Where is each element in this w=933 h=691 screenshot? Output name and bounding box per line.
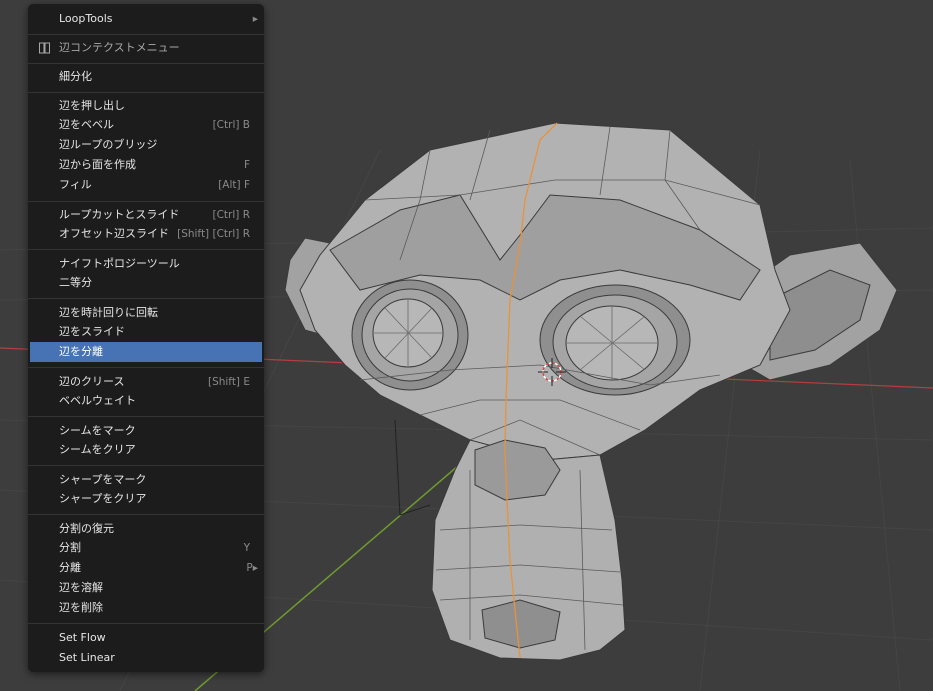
offset-edge-slide-shortcut: [Shift] [Ctrl] R	[177, 228, 250, 240]
menu-item-dissolve-edges[interactable]: 辺を溶解	[30, 578, 262, 598]
menu-header: 辺コンテクストメニュー	[30, 38, 262, 58]
looptools-label: LoopTools	[59, 12, 113, 25]
menu-item-loop-cut-slide[interactable]: ループカットとスライド [Ctrl] R	[30, 205, 262, 225]
submenu-arrow-icon: ▸	[252, 13, 258, 25]
fill-shortcut: [Alt] F	[218, 179, 250, 191]
loop-cut-slide-shortcut: [Ctrl] R	[212, 209, 250, 221]
edge-split-label: 辺を分離	[59, 345, 103, 358]
menu-separator	[28, 623, 264, 624]
separate-shortcut: P▸	[246, 562, 258, 574]
set-linear-label: Set Linear	[59, 651, 115, 664]
menu-separator	[28, 514, 264, 515]
menu-separator	[28, 201, 264, 202]
split-shortcut: Y	[243, 542, 250, 554]
menu-item-rotate-edge-cw[interactable]: 辺を時計回りに回転	[30, 303, 262, 323]
menu-item-subdivide[interactable]: 細分化	[30, 67, 262, 87]
menu-item-edge-split[interactable]: 辺を分離	[30, 342, 262, 362]
monkey-mesh	[284, 122, 898, 661]
menu-item-clear-seam[interactable]: シームをクリア	[30, 440, 262, 460]
bevel-weight-label: ベベルウェイト	[59, 394, 136, 407]
bisect-label: 二等分	[59, 276, 92, 289]
menu-item-new-face[interactable]: 辺から面を作成 F	[30, 155, 262, 175]
clear-sharp-label: シャープをクリア	[59, 492, 147, 505]
menu-item-fill[interactable]: フィル [Alt] F	[30, 175, 262, 195]
subdivide-label: 細分化	[59, 70, 92, 83]
menu-separator	[28, 34, 264, 35]
menu-item-clear-sharp[interactable]: シャープをクリア	[30, 489, 262, 509]
bridge-edge-loops-label: 辺ループのブリッジ	[59, 138, 158, 151]
delete-edges-label: 辺を削除	[59, 601, 103, 614]
clear-seam-label: シームをクリア	[59, 443, 136, 456]
menu-item-bevel-weight[interactable]: ベベルウェイト	[30, 391, 262, 411]
set-flow-label: Set Flow	[59, 631, 106, 644]
menu-item-edge-crease[interactable]: 辺のクリース [Shift] E	[30, 372, 262, 392]
menu-item-edge-slide[interactable]: 辺をスライド	[30, 322, 262, 342]
separate-label: 分離	[59, 561, 81, 574]
edge-crease-shortcut: [Shift] E	[207, 376, 250, 388]
edge-select-icon	[39, 42, 50, 54]
menu-separator	[28, 367, 264, 368]
menu-separator	[28, 416, 264, 417]
menu-item-extrude-edges[interactable]: 辺を押し出し	[30, 96, 262, 116]
menu-item-bisect[interactable]: 二等分	[30, 273, 262, 293]
loop-cut-slide-label: ループカットとスライド	[59, 208, 180, 221]
menu-item-split[interactable]: 分割 Y	[30, 538, 262, 558]
split-label: 分割	[59, 541, 81, 554]
menu-item-bevel-edges[interactable]: 辺をベベル [Ctrl] B	[30, 115, 262, 135]
menu-header-label: 辺コンテクストメニュー	[59, 41, 180, 54]
menu-item-set-linear[interactable]: Set Linear	[30, 648, 262, 668]
new-face-shortcut: F	[243, 159, 250, 171]
un-subdivide-label: 分割の復元	[59, 522, 114, 535]
menu-item-knife-topology[interactable]: ナイフトポロジーツール	[30, 254, 262, 274]
menu-item-delete-edges[interactable]: 辺を削除	[30, 598, 262, 618]
bevel-edges-label: 辺をベベル	[59, 118, 114, 131]
menu-separator	[28, 465, 264, 466]
bevel-edges-shortcut: [Ctrl] B	[212, 119, 250, 131]
extrude-edges-label: 辺を押し出し	[59, 99, 125, 112]
knife-topology-label: ナイフトポロジーツール	[59, 257, 180, 270]
new-face-label: 辺から面を作成	[59, 158, 136, 171]
fill-label: フィル	[59, 178, 92, 191]
menu-item-offset-edge-slide[interactable]: オフセット辺スライド [Shift] [Ctrl] R	[30, 224, 262, 244]
offset-edge-slide-label: オフセット辺スライド	[59, 227, 169, 240]
edge-context-menu: LoopTools ▸ 辺コンテクストメニュー 細分化 辺を押し出し 辺をベベル…	[28, 4, 264, 672]
menu-separator	[28, 92, 264, 93]
menu-separator	[28, 298, 264, 299]
rotate-edge-cw-label: 辺を時計回りに回転	[59, 306, 158, 319]
edge-slide-label: 辺をスライド	[59, 325, 125, 338]
mark-sharp-label: シャープをマーク	[59, 473, 147, 486]
menu-separator	[28, 249, 264, 250]
menu-item-bridge-edge-loops[interactable]: 辺ループのブリッジ	[30, 135, 262, 155]
edge-crease-label: 辺のクリース	[59, 375, 125, 388]
mark-seam-label: シームをマーク	[59, 424, 136, 437]
menu-separator	[28, 63, 264, 64]
menu-item-set-flow[interactable]: Set Flow	[30, 628, 262, 648]
menu-item-un-subdivide[interactable]: 分割の復元	[30, 519, 262, 539]
menu-item-mark-seam[interactable]: シームをマーク	[30, 421, 262, 441]
menu-item-mark-sharp[interactable]: シャープをマーク	[30, 470, 262, 490]
menu-item-separate[interactable]: 分離 P▸	[30, 558, 262, 578]
dissolve-edges-label: 辺を溶解	[59, 581, 103, 594]
menu-item-looptools[interactable]: LoopTools ▸	[30, 9, 262, 29]
